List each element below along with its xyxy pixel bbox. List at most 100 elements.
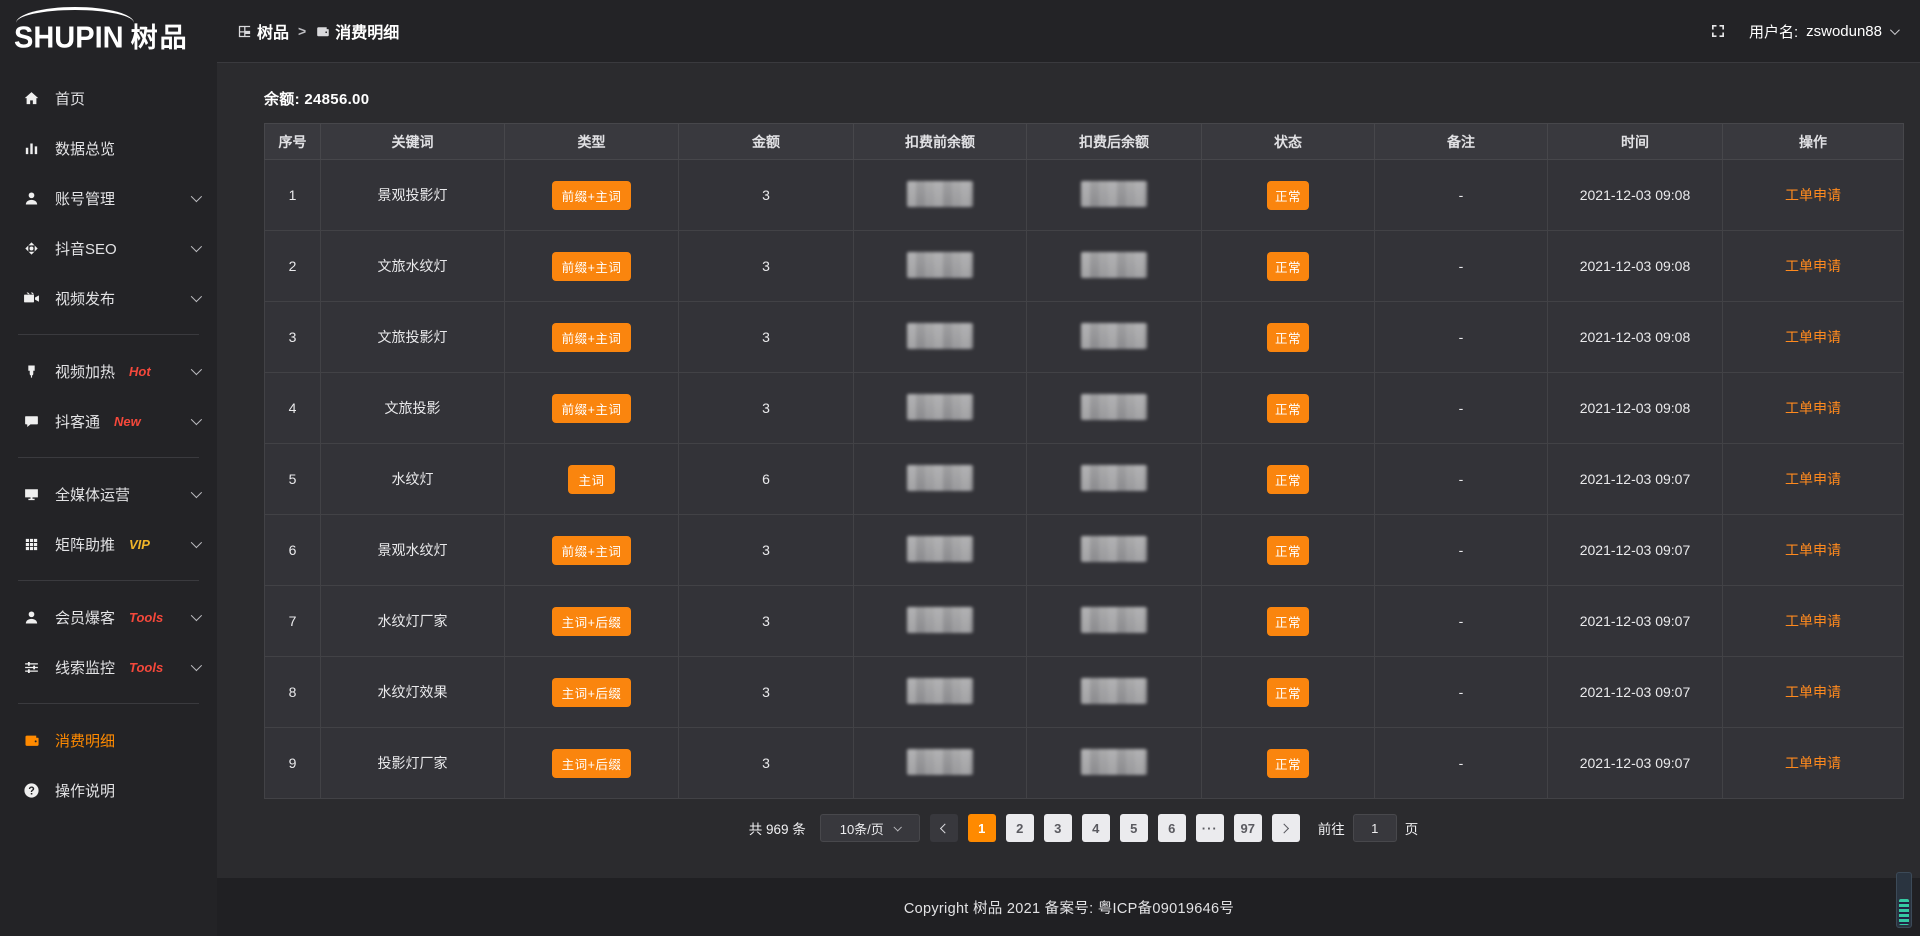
cell-type: 主词+后缀 [505,728,679,799]
chevron-down-icon [191,660,202,671]
sidebar-item-操作说明[interactable]: 操作说明 [0,765,217,815]
table-row: 5水纹灯主词6正常-2021-12-03 09:07工单申请 [265,444,1904,515]
cell-action: 工单申请 [1723,728,1904,799]
work-order-link[interactable]: 工单申请 [1785,684,1841,700]
sidebar-item-label: 矩阵助推 [55,534,115,555]
cell-remark: - [1375,515,1548,586]
cell-balance-before [854,586,1027,657]
sidebar-item-首页[interactable]: 首页 [0,73,217,123]
column-header: 扣费后余额 [1027,124,1202,160]
cell-balance-after [1027,444,1202,515]
cell-keyword: 景观水纹灯 [321,515,505,586]
page-button-6[interactable]: 6 [1158,814,1186,842]
cell-status: 正常 [1202,444,1375,515]
balance-value: 24856.00 [304,91,369,108]
work-order-link[interactable]: 工单申请 [1785,329,1841,345]
blurred-value [1081,323,1147,349]
wallet-icon [315,24,330,39]
blurred-value [1081,394,1147,420]
page-button-1[interactable]: 1 [968,814,996,842]
sidebar-item-label: 视频发布 [55,288,115,309]
brand-logo[interactable]: SHUPIN 树品 [0,0,217,63]
work-order-link[interactable]: 工单申请 [1785,258,1841,274]
chevron-down-icon [1890,25,1900,35]
sidebar-item-会员爆客[interactable]: 会员爆客Tools [0,592,217,642]
work-order-link[interactable]: 工单申请 [1785,755,1841,771]
cell-action: 工单申请 [1723,302,1904,373]
cell-no: 7 [265,586,321,657]
page-button-2[interactable]: 2 [1006,814,1034,842]
goto-label: 前往 [1318,818,1345,838]
status-badge: 正常 [1267,323,1309,352]
blurred-value [907,323,973,349]
prev-page-button[interactable] [930,814,958,842]
page-size-select[interactable]: 10条/页 [820,814,920,842]
cell-status: 正常 [1202,231,1375,302]
next-page-button[interactable] [1272,814,1300,842]
cell-status: 正常 [1202,728,1375,799]
chevron-down-icon [191,414,202,425]
page-button-5[interactable]: 5 [1120,814,1148,842]
sliders-icon [23,659,40,676]
status-badge: 正常 [1267,181,1309,210]
work-order-link[interactable]: 工单申请 [1785,471,1841,487]
user-menu[interactable]: 用户名: zswodun88 [1749,21,1897,42]
status-badge: 正常 [1267,678,1309,707]
chevron-left-icon [940,823,950,833]
user-icon [23,609,40,626]
grid-icon [23,536,40,553]
cell-balance-after [1027,657,1202,728]
work-order-link[interactable]: 工单申请 [1785,542,1841,558]
page-button-97[interactable]: 97 [1234,814,1262,842]
cell-keyword: 景观投影灯 [321,160,505,231]
sidebar-item-全媒体运营[interactable]: 全媒体运营 [0,469,217,519]
table-row: 9投影灯厂家主词+后缀3正常-2021-12-03 09:07工单申请 [265,728,1904,799]
sidebar-item-label: 视频加热 [55,361,115,382]
cell-balance-after [1027,231,1202,302]
work-order-link[interactable]: 工单申请 [1785,400,1841,416]
sidebar-item-抖音SEO[interactable]: 抖音SEO [0,223,217,273]
cell-balance-after [1027,373,1202,444]
chevron-down-icon [191,487,202,498]
sidebar-divider [18,703,199,704]
sidebar-item-数据总览[interactable]: 数据总览 [0,123,217,173]
sidebar-item-矩阵助推[interactable]: 矩阵助推VIP [0,519,217,569]
column-header: 备注 [1375,124,1548,160]
cell-amount: 3 [679,728,854,799]
chevron-down-icon [191,537,202,548]
fullscreen-icon[interactable] [1709,22,1727,40]
user-icon [23,190,40,207]
table-header-row: 序号关键词类型金额扣费前余额扣费后余额状态备注时间操作 [265,124,1904,160]
sidebar-item-视频加热[interactable]: 视频加热Hot [0,346,217,396]
content-area: 余额: 24856.00 序号关键词类型金额扣费前余额扣费后余额状态备注时间操作… [217,63,1920,878]
cell-time: 2021-12-03 09:08 [1548,373,1723,444]
breadcrumb-item[interactable]: 消费明细 [315,19,399,43]
blurred-value [1081,181,1147,207]
plug-icon [23,363,40,380]
sidebar-item-线索监控[interactable]: 线索监控Tools [0,642,217,692]
pagination-ellipsis[interactable]: ··· [1196,814,1224,842]
sidebar-item-抖客通[interactable]: 抖客通New [0,396,217,446]
cell-remark: - [1375,231,1548,302]
sidebar-item-label: 操作说明 [55,780,115,801]
sidebar-item-账号管理[interactable]: 账号管理 [0,173,217,223]
floating-widget[interactable] [1896,872,1912,928]
page-button-3[interactable]: 3 [1044,814,1072,842]
goto-page-input[interactable] [1353,814,1397,842]
sidebar-item-label: 抖音SEO [55,238,117,259]
type-badge: 前缀+主词 [552,536,632,565]
logo-text-en: SHUPIN [14,21,124,56]
table-row: 7水纹灯厂家主词+后缀3正常-2021-12-03 09:07工单申请 [265,586,1904,657]
page-button-4[interactable]: 4 [1082,814,1110,842]
breadcrumb-item[interactable]: 树品 [237,19,289,43]
work-order-link[interactable]: 工单申请 [1785,187,1841,203]
blurred-value [907,181,973,207]
sidebar-item-消费明细[interactable]: 消费明细 [0,715,217,765]
cell-action: 工单申请 [1723,231,1904,302]
cell-action: 工单申请 [1723,657,1904,728]
wallet-icon [23,732,40,749]
cell-remark: - [1375,586,1548,657]
work-order-link[interactable]: 工单申请 [1785,613,1841,629]
sidebar-item-视频发布[interactable]: 视频发布 [0,273,217,323]
cell-status: 正常 [1202,160,1375,231]
